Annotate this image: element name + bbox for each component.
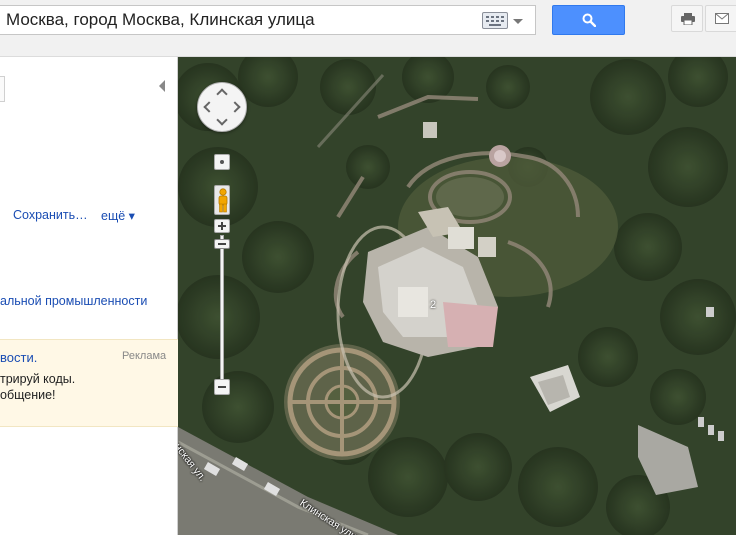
- search-button[interactable]: [552, 5, 625, 35]
- mail-button[interactable]: [705, 5, 736, 32]
- collapse-panel-icon[interactable]: [159, 80, 165, 92]
- satellite-imagery: [178, 57, 736, 535]
- rotate-button[interactable]: [214, 154, 230, 170]
- category-link[interactable]: альной промышленности: [0, 294, 147, 308]
- search-box[interactable]: [0, 5, 536, 35]
- plus-icon: [221, 222, 223, 230]
- pegman-icon: [218, 188, 228, 213]
- search-input[interactable]: [0, 6, 478, 34]
- top-bar: [0, 0, 736, 57]
- save-link[interactable]: Сохранить…: [13, 208, 88, 222]
- print-button[interactable]: [671, 5, 703, 32]
- zoom-slider-track[interactable]: [220, 235, 224, 383]
- satellite-map[interactable]: 2 Клинская ул. Клинская улица: [178, 57, 736, 535]
- ad-label: Реклама: [122, 350, 167, 362]
- chevron-down-icon[interactable]: [513, 19, 523, 24]
- more-dropdown[interactable]: ещё ▾: [101, 208, 135, 223]
- pan-down-icon[interactable]: [216, 114, 228, 126]
- ad-title-link[interactable]: вости.: [0, 350, 37, 365]
- keyboard-icon[interactable]: [482, 12, 508, 29]
- zoom-in-button[interactable]: [214, 219, 230, 233]
- ad-box: вости. Реклама трируй коды. общение!: [0, 339, 178, 427]
- panel-tab[interactable]: [0, 76, 5, 102]
- ad-text-line: общение!: [0, 388, 56, 402]
- pan-right-icon[interactable]: [229, 101, 241, 113]
- minus-icon: [218, 386, 226, 388]
- zoom-slider-handle[interactable]: [214, 239, 230, 249]
- mail-icon: [715, 13, 729, 24]
- building-number-label: 2: [430, 299, 437, 311]
- left-panel: Сохранить… ещё ▾ альной промышленности в…: [0, 57, 178, 535]
- minus-icon: [218, 243, 226, 245]
- search-icon: [582, 13, 596, 27]
- street-view-pegman[interactable]: [214, 185, 230, 215]
- pan-left-icon[interactable]: [203, 101, 215, 113]
- ad-text-line: трируй коды.: [0, 372, 76, 386]
- zoom-out-button[interactable]: [214, 379, 230, 395]
- pan-control[interactable]: [197, 82, 247, 132]
- rotate-icon: [220, 160, 224, 164]
- pan-up-icon[interactable]: [216, 88, 228, 100]
- print-icon: [681, 13, 695, 25]
